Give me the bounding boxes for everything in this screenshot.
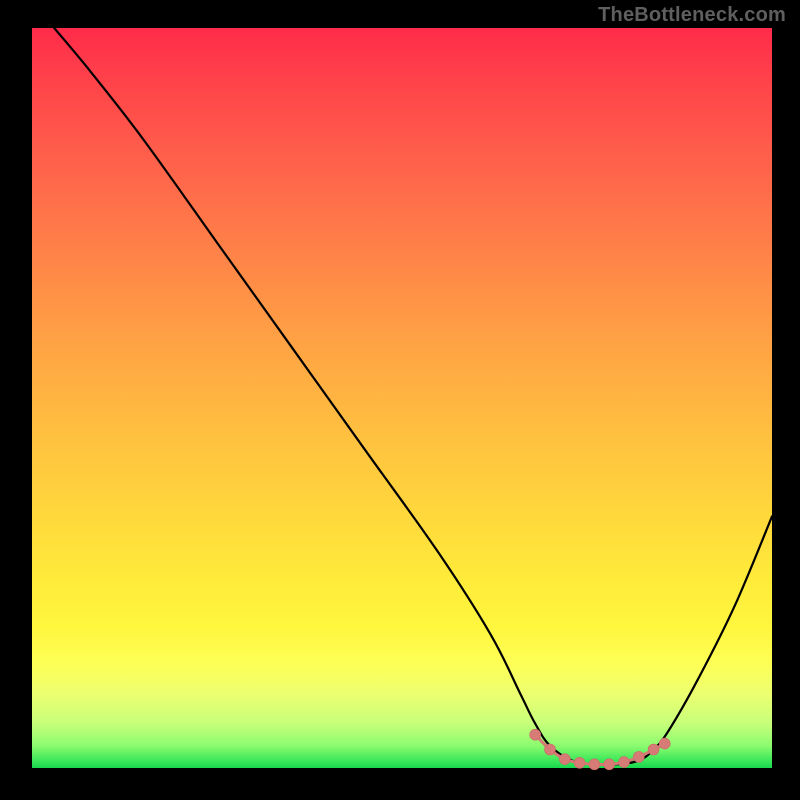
bead-dot [633, 751, 644, 762]
watermark-text: TheBottleneck.com [598, 4, 786, 27]
bead-dot [545, 744, 556, 755]
bead-dot [604, 759, 615, 770]
beads-group [530, 729, 671, 770]
bead-dot [619, 757, 630, 768]
bead-dot [589, 759, 600, 770]
chart-svg [32, 28, 772, 768]
bead-dot [530, 729, 541, 740]
plot-area [32, 28, 772, 768]
bead-dot [659, 738, 670, 749]
chart-stage: TheBottleneck.com [0, 0, 800, 800]
bead-dot [559, 754, 570, 765]
bead-dot [574, 757, 585, 768]
bead-dot [648, 744, 659, 755]
bottleneck-curve [54, 28, 772, 765]
